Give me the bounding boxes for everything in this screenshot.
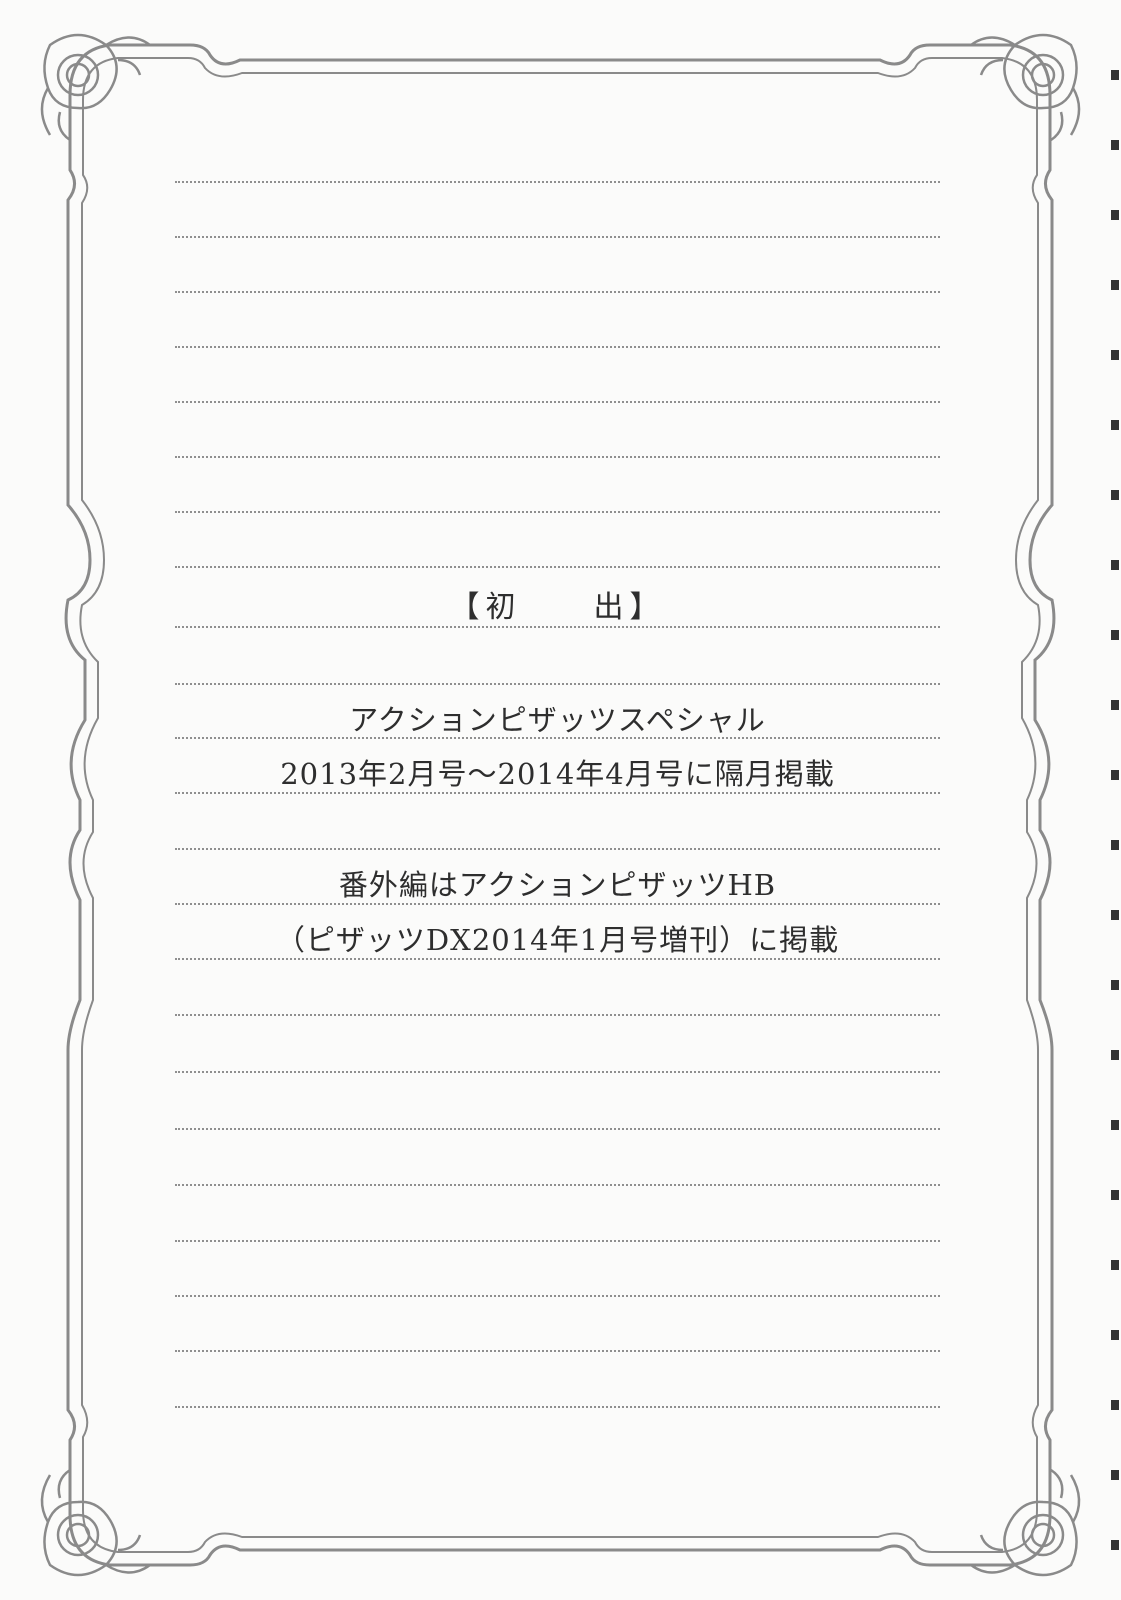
ruled-line	[175, 456, 940, 458]
ruled-line	[175, 1240, 940, 1242]
ruled-line	[175, 346, 940, 348]
ruled-line	[175, 401, 940, 403]
ruled-line	[175, 626, 940, 628]
publication-line-1: アクションピザッツスペシャル	[349, 703, 766, 737]
ruled-line	[175, 181, 940, 183]
corner-ornament-icon	[40, 33, 1081, 1577]
binding-edge	[1111, 70, 1119, 1550]
section-heading: 【初 出】	[449, 590, 666, 625]
publication-line-3: 番外編はアクションピザッツHB	[338, 868, 777, 902]
ornamental-frame	[40, 33, 1081, 1577]
ruled-line	[175, 683, 940, 685]
ruled-line	[175, 1071, 940, 1073]
ruled-line	[175, 1184, 940, 1186]
ruled-line	[175, 1295, 940, 1297]
ruled-line	[175, 236, 940, 238]
publication-line-4: （ピザッツDX2014年1月号増刊）に掲載	[275, 923, 840, 957]
document-page: 【初 出】 アクションピザッツスペシャル 2013年2月号～2014年4月号に隔…	[0, 0, 1121, 1600]
publication-line-2: 2013年2月号～2014年4月号に隔月掲載	[280, 757, 835, 791]
ruled-line	[175, 511, 940, 513]
ruled-line	[175, 1350, 940, 1352]
ruled-line	[175, 566, 940, 568]
ruled-line	[175, 1406, 940, 1408]
ruled-line	[175, 1014, 940, 1016]
ruled-line	[175, 291, 940, 293]
ruled-line	[175, 1128, 940, 1130]
ruled-line	[175, 848, 940, 850]
